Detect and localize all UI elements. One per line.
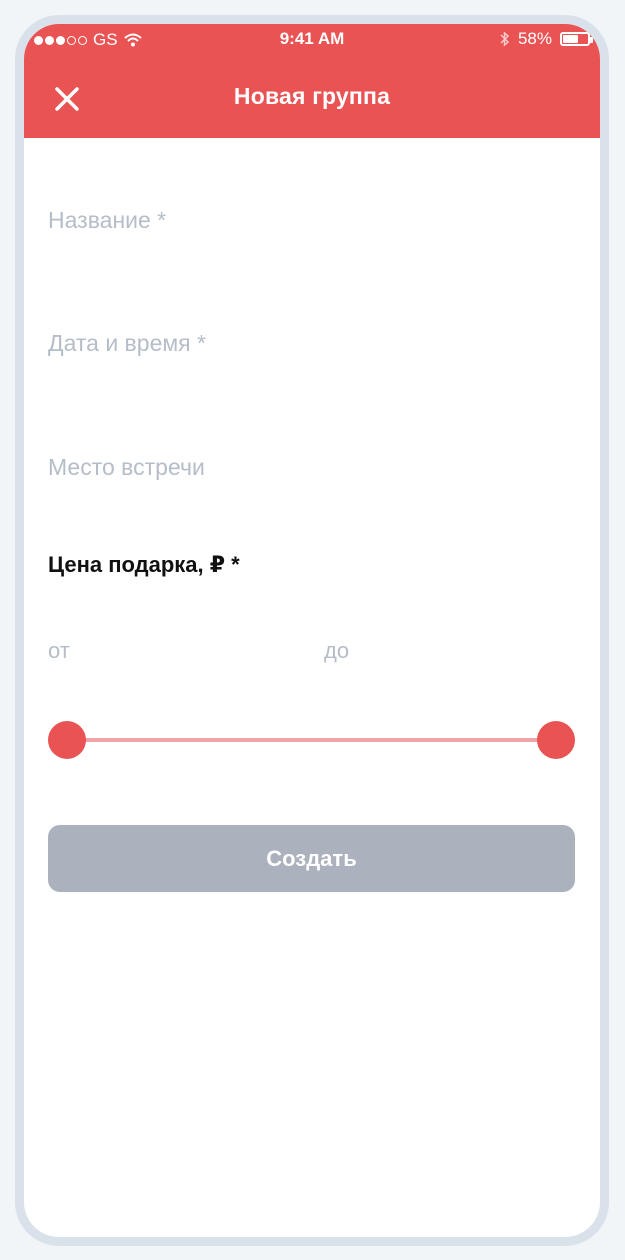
gift-price-label: Цена подарка, ₽ * <box>48 552 240 577</box>
create-button[interactable]: Создать <box>48 825 575 892</box>
price-range-slider[interactable] <box>48 720 575 760</box>
meeting-place-input[interactable]: Место встречи <box>48 454 205 481</box>
status-right: 58% <box>500 29 593 49</box>
price-from-input[interactable]: от <box>48 638 70 664</box>
slider-thumb-max[interactable] <box>537 721 575 759</box>
phone-frame: GS 9:41 AM 58% Новая группа Название * Д… <box>3 3 622 1257</box>
app-header: GS 9:41 AM 58% Новая группа <box>24 24 600 138</box>
battery-icon <box>560 32 593 46</box>
datetime-input[interactable]: Дата и время * <box>48 330 206 357</box>
status-bar: GS 9:41 AM 58% <box>24 24 600 56</box>
slider-thumb-min[interactable] <box>48 721 86 759</box>
bluetooth-icon <box>500 31 510 47</box>
phone-screen: GS 9:41 AM 58% Новая группа Название * Д… <box>15 15 609 1246</box>
battery-percent: 58% <box>517 29 552 48</box>
slider-track <box>66 738 557 742</box>
page-title: Новая группа <box>233 83 391 109</box>
price-to-input[interactable]: до <box>324 638 349 664</box>
name-input[interactable]: Название * <box>48 207 166 234</box>
